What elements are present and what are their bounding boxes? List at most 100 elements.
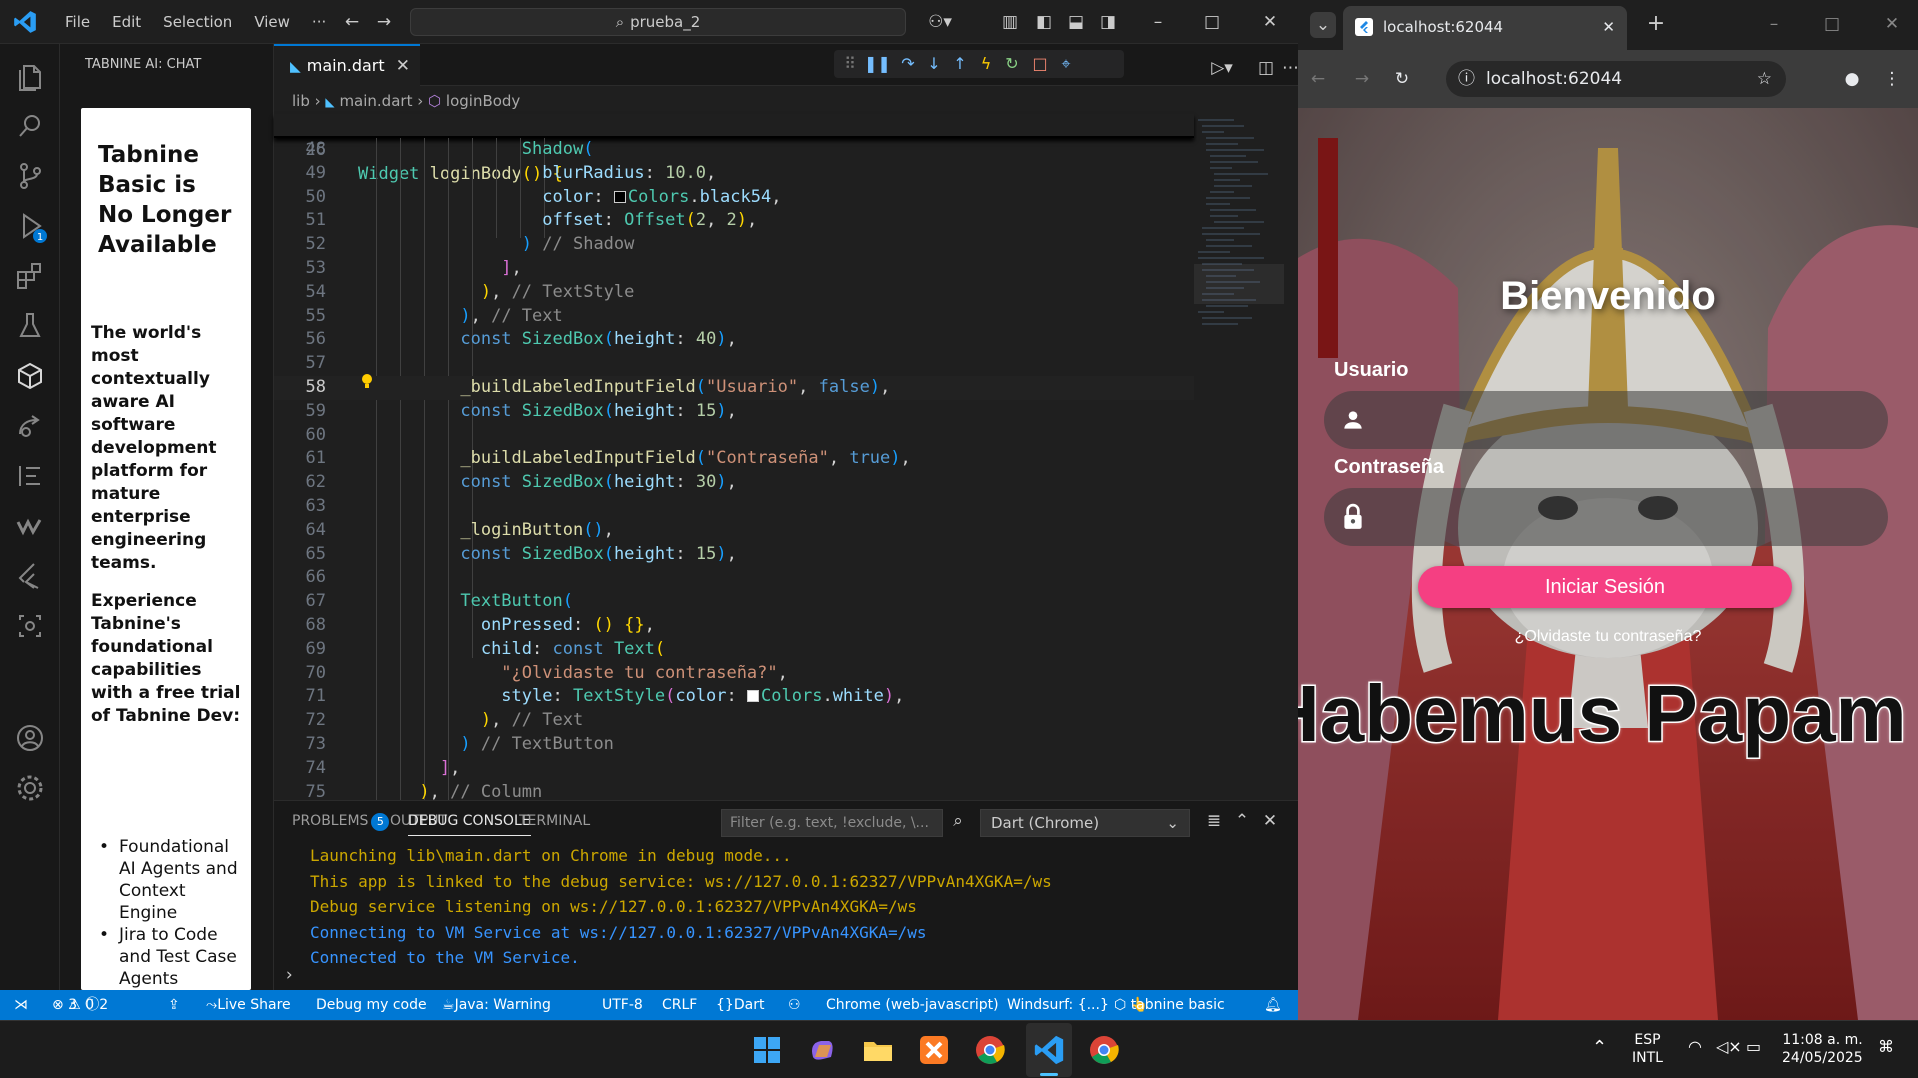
clear-console-icon[interactable]: ≣ (1202, 809, 1226, 833)
maximize-icon[interactable]: □ (1200, 10, 1224, 34)
code-line[interactable]: 67 TextButton( (274, 590, 1194, 614)
windows-start-icon[interactable] (750, 1033, 784, 1067)
testing-icon[interactable] (12, 308, 48, 344)
reload-icon[interactable]: ↻ (1390, 67, 1414, 91)
menu-selection[interactable]: Selection (163, 13, 232, 31)
volume-muted-icon[interactable]: ◁× (1716, 1037, 1742, 1056)
password-field[interactable] (1324, 488, 1888, 546)
toggle-secondary-sidebar-icon[interactable]: ◨ (1096, 10, 1120, 34)
lightbulb-icon[interactable] (360, 372, 374, 390)
chrome-icon[interactable] (1087, 1033, 1121, 1067)
code-line[interactable]: 69 child: const Text( (274, 638, 1194, 662)
stop-icon[interactable]: □ (1028, 52, 1052, 76)
clock[interactable]: 11:08 a. m. 24/05/2025 (1782, 1031, 1863, 1067)
maximize-icon[interactable]: □ (1820, 12, 1844, 36)
code-line[interactable]: 71 style: TextStyle(color: Colors.white)… (274, 685, 1194, 709)
address-bar[interactable]: ⓘ localhost:62044 ☆ (1446, 61, 1786, 97)
source-control-icon[interactable] (12, 158, 48, 194)
close-icon[interactable]: ✕ (1880, 12, 1904, 36)
tabnine-status[interactable]: ⬡ tabnine basic 👆 (1114, 990, 1225, 1020)
filter-input[interactable]: Filter (e.g. text, !exclude, \... (721, 809, 943, 837)
code-line[interactable]: 48 Shadow( (274, 138, 1194, 162)
breadcrumb-symbol[interactable]: loginBody (446, 92, 520, 110)
notification-center-icon[interactable]: ⌘ (1878, 1037, 1894, 1056)
live-share-status[interactable]: ⤳ Live Share (206, 990, 291, 1020)
menu-view[interactable]: View (254, 13, 290, 31)
bookmark-star-icon[interactable]: ☆ (1757, 61, 1772, 97)
minimize-icon[interactable]: – (1146, 10, 1170, 34)
remote-icon[interactable]: ⋊ (8, 990, 34, 1020)
language-status[interactable]: {} Dart (716, 990, 764, 1020)
login-button[interactable]: Iniciar Sesión (1418, 566, 1792, 608)
code-line[interactable]: 59 const SizedBox(height: 15), (274, 400, 1194, 424)
close-tab-icon[interactable]: ✕ (1602, 6, 1615, 48)
restart-icon[interactable]: ↻ (1000, 52, 1024, 76)
run-debug-icon[interactable]: 1 (12, 208, 48, 244)
code-line[interactable]: 63 (274, 495, 1194, 519)
file-explorer-icon[interactable] (861, 1033, 895, 1067)
tab-search-icon[interactable]: ⌄ (1310, 12, 1336, 38)
code-line[interactable]: 74 ], (274, 757, 1194, 781)
toggle-panel-icon[interactable]: ⬓ (1064, 10, 1088, 34)
wifi-icon[interactable]: ◠ (1688, 1037, 1702, 1056)
code-editor[interactable]: 48 Shadow(49 blurRadius: 10.0, 50 color: … (274, 138, 1194, 800)
sticky-scroll-line[interactable]: 26 Widget loginBody() { (274, 114, 1194, 184)
tab-debug-console[interactable]: DEBUG CONSOLE (408, 813, 531, 836)
code-line[interactable]: 54 ), // TextStyle (274, 281, 1194, 305)
menu-edit[interactable]: Edit (112, 13, 141, 31)
console-prompt-icon[interactable]: › (284, 965, 294, 985)
windsurf-icon[interactable] (12, 508, 48, 544)
code-line[interactable]: 70 "¿Olvidaste tu contraseña?", (274, 662, 1194, 686)
device-status[interactable]: Chrome (web-javascript) (826, 990, 999, 1020)
maximize-panel-icon[interactable]: ⌃ (1230, 809, 1254, 833)
tab-problems[interactable]: PROBLEMS 5 (292, 813, 390, 831)
search-icon[interactable]: ⌕ (946, 809, 970, 833)
run-options-icon[interactable]: ▷▾ (1202, 56, 1242, 80)
chrome-menu-icon[interactable]: ⋮ (1880, 67, 1904, 91)
devtools-icon[interactable]: ⌖ (1054, 52, 1078, 76)
minimize-icon[interactable]: – (1762, 12, 1786, 36)
drag-handle-icon[interactable]: ⠿ (838, 52, 862, 76)
step-out-icon[interactable]: ↑ (948, 52, 972, 76)
eol-status[interactable]: CRLF (662, 990, 697, 1020)
more-actions-icon[interactable]: ⋯ (1282, 56, 1299, 80)
copilot-icon[interactable] (805, 1033, 839, 1067)
windsurf-status[interactable]: Windsurf: {...} (1007, 990, 1109, 1020)
step-into-icon[interactable]: ↓ (922, 52, 946, 76)
extensions-icon[interactable] (12, 258, 48, 294)
site-info-icon[interactable]: ⓘ (1458, 61, 1475, 97)
encoding-status[interactable]: UTF-8 (602, 990, 643, 1020)
explorer-icon[interactable] (12, 58, 48, 94)
code-line[interactable]: 51 offset: Offset(2, 2), (274, 209, 1194, 233)
menu-file[interactable]: File (65, 13, 90, 31)
copilot-status-icon[interactable]: ⚇ (788, 990, 801, 1020)
show-hidden-icons-chevron-icon[interactable]: ⌃ (1592, 1037, 1607, 1058)
code-line[interactable]: 55 ), // Text (274, 305, 1194, 329)
menu-more[interactable]: ··· (312, 13, 326, 31)
code-line[interactable]: 72 ), // Text (274, 709, 1194, 733)
outline-icon[interactable] (12, 458, 48, 494)
close-tab-icon[interactable]: ✕ (396, 46, 410, 86)
tab-main-dart[interactable]: ◣ main.dart ✕ (274, 44, 420, 86)
chrome-icon[interactable] (973, 1033, 1007, 1067)
debug-my-code-status[interactable]: Debug my code (316, 990, 427, 1020)
tab-terminal[interactable]: TERMINAL (519, 813, 590, 829)
code-line[interactable]: 56 const SizedBox(height: 40), (274, 328, 1194, 352)
debug-session-select[interactable]: Dart (Chrome) ⌄ (980, 809, 1190, 837)
layout-icon[interactable]: ▥ (998, 10, 1022, 34)
remote-explorer-icon[interactable] (12, 608, 48, 644)
toggle-sidebar-icon[interactable]: ◧ (1032, 10, 1056, 34)
pause-icon[interactable]: ❚❚ (864, 52, 891, 76)
minimap[interactable] (1194, 114, 1284, 394)
settings-gear-icon[interactable] (12, 770, 48, 806)
code-line[interactable]: 49 blurRadius: 10.0, (274, 162, 1194, 186)
battery-icon[interactable]: ▭ (1746, 1037, 1761, 1056)
breadcrumb-file[interactable]: main.dart (339, 92, 412, 110)
code-line[interactable]: 73 ) // TextButton (274, 733, 1194, 757)
problems-status[interactable]: ⊗ 3 ⚠ 0 ⓘ 2 (52, 990, 108, 1020)
code-line[interactable]: 60 (274, 424, 1194, 448)
code-line[interactable]: 53 ], (274, 257, 1194, 281)
username-field[interactable] (1324, 391, 1888, 449)
split-editor-icon[interactable]: ◫ (1254, 56, 1278, 80)
flutter-icon[interactable] (12, 558, 48, 594)
